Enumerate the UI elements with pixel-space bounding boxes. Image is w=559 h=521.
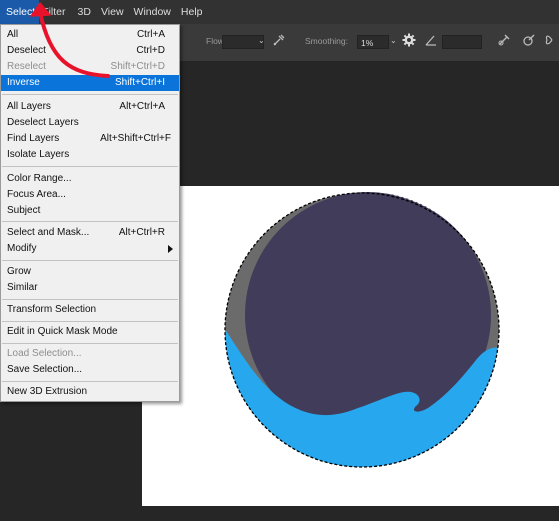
select-menu: All Ctrl+A Deselect Ctrl+D Reselect Shift+C… bbox=[0, 24, 180, 402]
menu-item-all-layers[interactable]: All Layers Alt+Ctrl+A bbox=[1, 99, 179, 115]
menu-item-find-layers[interactable]: Find Layers Alt+Shift+Ctrl+F bbox=[1, 131, 179, 147]
menu-item-transform-selection[interactable]: Transform Selection bbox=[1, 302, 179, 318]
menu-item-deselect[interactable]: Deselect Ctrl+D bbox=[1, 43, 179, 59]
menu-separator bbox=[2, 299, 178, 300]
menu-item-quick-mask[interactable]: Edit in Quick Mask Mode bbox=[1, 324, 179, 340]
menu-item-grow[interactable]: Grow bbox=[1, 264, 179, 280]
menu-separator bbox=[2, 260, 178, 261]
menu-item-inverse[interactable]: Inverse Shift+Ctrl+I bbox=[1, 75, 179, 91]
menu-item-new-3d-extrusion[interactable]: New 3D Extrusion bbox=[1, 384, 179, 400]
menu-separator bbox=[2, 381, 178, 382]
menu-separator bbox=[2, 94, 178, 95]
submenu-arrow-icon bbox=[168, 245, 173, 253]
menu-item-color-range[interactable]: Color Range... bbox=[1, 171, 179, 187]
menu-item-similar[interactable]: Similar bbox=[1, 280, 179, 296]
menu-item-deselect-layers[interactable]: Deselect Layers bbox=[1, 115, 179, 131]
menu-item-select-and-mask[interactable]: Select and Mask... Alt+Ctrl+R bbox=[1, 225, 179, 241]
menu-item-load-selection[interactable]: Load Selection... bbox=[1, 346, 179, 362]
menu-item-all[interactable]: All Ctrl+A bbox=[1, 27, 179, 43]
menu-item-modify[interactable]: Modify bbox=[1, 241, 179, 257]
menu-separator bbox=[2, 321, 178, 322]
menu-item-isolate-layers[interactable]: Isolate Layers bbox=[1, 147, 179, 163]
menu-item-reselect[interactable]: Reselect Shift+Ctrl+D bbox=[1, 59, 179, 75]
menu-item-subject[interactable]: Subject bbox=[1, 203, 179, 219]
menu-separator bbox=[2, 343, 178, 344]
menu-item-focus-area[interactable]: Focus Area... bbox=[1, 187, 179, 203]
menu-item-save-selection[interactable]: Save Selection... bbox=[1, 362, 179, 378]
menu-separator bbox=[2, 221, 178, 222]
menu-separator bbox=[2, 166, 178, 167]
